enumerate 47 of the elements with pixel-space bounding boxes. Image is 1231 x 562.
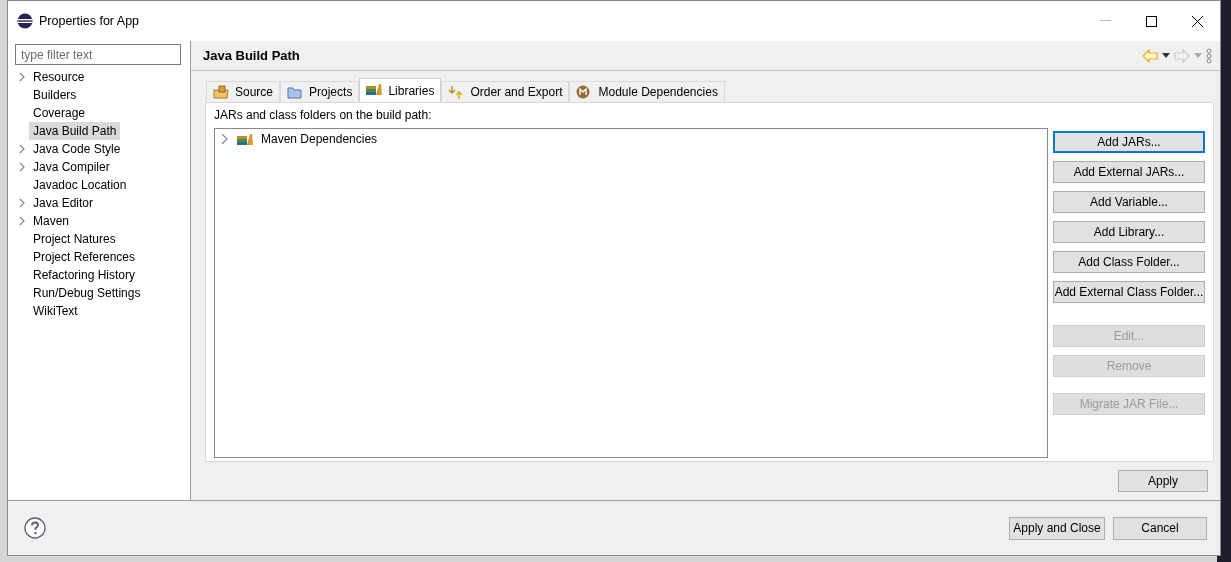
filter-field[interactable]: type filter text bbox=[15, 44, 181, 65]
tree-item[interactable]: Resource bbox=[29, 68, 89, 86]
tree-item[interactable]: Java Build Path bbox=[29, 122, 121, 140]
page-title: Java Build Path bbox=[203, 46, 300, 65]
minimize-icon[interactable] bbox=[1099, 20, 1111, 22]
action-button[interactable]: Add Class Folder... bbox=[1053, 251, 1205, 273]
tree-item[interactable]: Java Compiler bbox=[29, 158, 114, 176]
action-button[interactable]: Add External JARs... bbox=[1053, 161, 1205, 183]
books-icon bbox=[237, 132, 253, 146]
tree-item[interactable]: Builders bbox=[29, 86, 81, 104]
folder-icon bbox=[287, 84, 304, 100]
help-icon[interactable] bbox=[24, 517, 46, 539]
tree-item[interactable]: WikiText bbox=[29, 302, 82, 320]
eclipse-logo-icon bbox=[17, 13, 33, 29]
close-icon[interactable] bbox=[1191, 15, 1203, 27]
books-icon bbox=[366, 83, 383, 98]
expand-chevron-icon[interactable] bbox=[19, 72, 25, 82]
tab[interactable]: Source bbox=[206, 81, 281, 102]
tab[interactable]: Order and Export bbox=[441, 81, 570, 102]
tree-item[interactable]: Maven bbox=[29, 212, 74, 230]
dialog-button[interactable]: Apply and Close bbox=[1009, 516, 1105, 540]
action-button[interactable]: Add External Class Folder... bbox=[1053, 281, 1205, 303]
tree-item[interactable]: Project References bbox=[29, 248, 140, 266]
folder-package-icon bbox=[213, 84, 229, 100]
tab[interactable]: Projects bbox=[280, 81, 360, 102]
list-caption: JARs and class folders on the build path: bbox=[214, 107, 433, 124]
maximize-icon[interactable] bbox=[1145, 15, 1157, 27]
tab[interactable]: Libraries bbox=[359, 78, 442, 102]
tree-item[interactable]: Refactoring History bbox=[29, 266, 140, 284]
tree-item[interactable]: Project Natures bbox=[29, 230, 120, 248]
tab[interactable]: Module Dependencies bbox=[569, 81, 725, 102]
action-button[interactable]: Add Variable... bbox=[1053, 191, 1205, 213]
more-options-icon[interactable] bbox=[1206, 47, 1212, 64]
dropdown-caret-icon[interactable] bbox=[1162, 53, 1170, 58]
tree-item[interactable]: Javadoc Location bbox=[29, 176, 131, 194]
list-entry[interactable]: Maven Dependencies bbox=[261, 130, 378, 148]
dialog-button[interactable]: Cancel bbox=[1113, 516, 1207, 540]
window-title: Properties for App bbox=[39, 12, 140, 30]
apply-button[interactable]: Apply bbox=[1118, 470, 1208, 492]
tree-item[interactable]: Run/Debug Settings bbox=[29, 284, 145, 302]
expand-chevron-icon[interactable] bbox=[219, 134, 229, 144]
tree-item[interactable]: Coverage bbox=[29, 104, 90, 122]
action-button[interactable]: Add Library... bbox=[1053, 221, 1205, 243]
action-button[interactable]: Add JARs... bbox=[1053, 131, 1205, 153]
tree-item[interactable]: Java Editor bbox=[29, 194, 98, 212]
reorder-arrows-icon bbox=[448, 84, 465, 100]
tree-item[interactable]: Java Code Style bbox=[29, 140, 125, 158]
